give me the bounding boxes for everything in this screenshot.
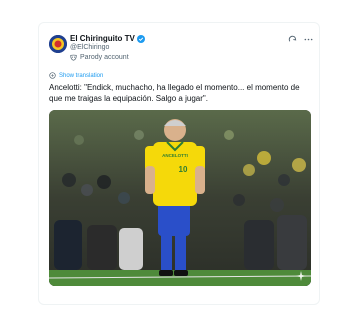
more-icon[interactable]: [304, 35, 313, 44]
translate-icon: [49, 72, 56, 79]
avatar-logo-icon: [49, 35, 67, 53]
grok-icon[interactable]: [288, 35, 297, 44]
show-translation-label: Show translation: [59, 72, 104, 79]
tweet-text: Ancelotti: "Endick, muchacho, ha llegado…: [49, 83, 300, 103]
avatar[interactable]: [49, 35, 67, 53]
parody-label: Parody account: [80, 54, 129, 61]
tweet-media-photo[interactable]: ANCELOTTI 10: [49, 110, 311, 286]
user-handle[interactable]: @ElChiringo: [70, 44, 145, 51]
sparkle-icon: [296, 271, 306, 281]
photo-image: ANCELOTTI 10: [49, 110, 311, 286]
parody-mask-icon: [70, 54, 77, 61]
tweet-header: El Chiringuito TV @ElChiringo Parody acc…: [49, 33, 313, 67]
show-translation-link[interactable]: Show translation: [49, 72, 103, 79]
display-name[interactable]: El Chiringuito TV: [70, 34, 135, 43]
tweet-card[interactable]: El Chiringuito TV @ElChiringo Parody acc…: [38, 22, 320, 305]
parody-label-row: Parody account: [70, 54, 145, 61]
shirt-number-text: 10: [179, 165, 188, 174]
verified-badge-icon: [136, 34, 145, 43]
shirt-name-text: ANCELOTTI: [162, 153, 188, 158]
